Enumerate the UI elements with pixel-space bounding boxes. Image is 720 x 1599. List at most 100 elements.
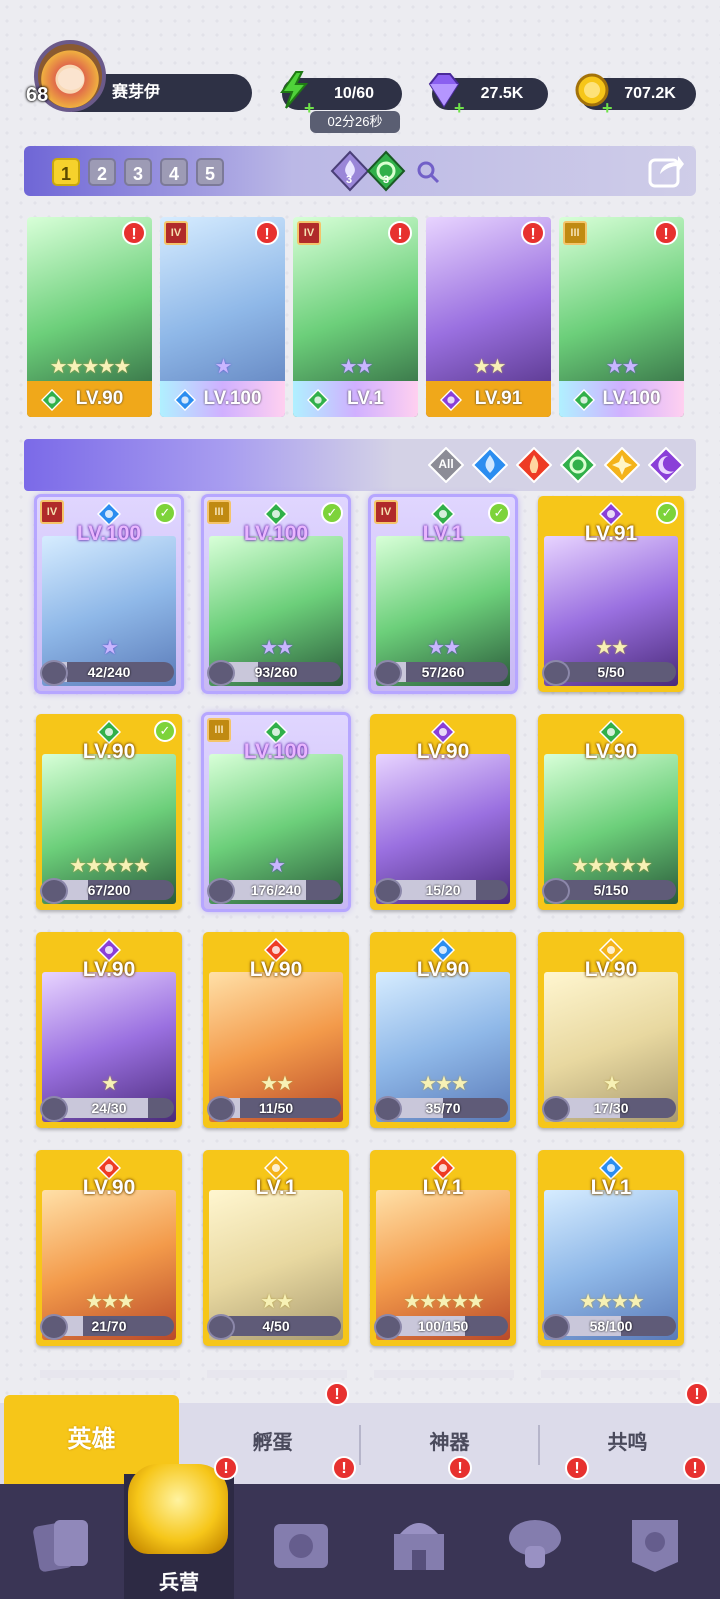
nav-cards[interactable] bbox=[6, 1484, 121, 1599]
star-rating: ★★ bbox=[427, 637, 461, 659]
barracks-icon bbox=[128, 1464, 228, 1554]
filter-water-icon[interactable] bbox=[472, 447, 508, 483]
hero-level: LV.90 bbox=[249, 958, 303, 981]
hero-card[interactable]: LV.90 ★ 24/30 bbox=[36, 932, 182, 1128]
hero-card[interactable]: LV.1 ★★★★★ 100/150 bbox=[370, 1150, 516, 1346]
hero-card[interactable]: LV.90 ★★ 11/50 bbox=[203, 932, 349, 1128]
guild-banner-icon bbox=[632, 1520, 678, 1572]
shard-icon bbox=[207, 1314, 235, 1340]
filter-light-icon[interactable] bbox=[604, 447, 640, 483]
filter-all-label: All bbox=[438, 457, 454, 471]
hero-level: LV.90 bbox=[584, 740, 638, 763]
hero-card[interactable]: LV.90 15/20 bbox=[370, 714, 516, 910]
team-tab-5[interactable]: 5 bbox=[196, 158, 224, 186]
slot-level: LV.1 bbox=[347, 388, 384, 409]
hero-level: LV.1 bbox=[590, 1176, 632, 1199]
hero-card[interactable]: ✓ LV.91 ★★ 5/50 bbox=[538, 496, 684, 692]
hero-level: LV.90 bbox=[82, 740, 136, 763]
shard-icon bbox=[374, 878, 402, 904]
hero-card[interactable]: IV ✓ LV.1 ★★ 57/260 bbox=[368, 494, 518, 694]
rank-badge: III bbox=[563, 221, 587, 245]
team-slot[interactable]: IV! ★★ LV.1 bbox=[293, 217, 418, 417]
in-team-check-icon: ✓ bbox=[488, 502, 510, 524]
rank-badge: IV bbox=[374, 500, 398, 524]
hero-card[interactable]: LV.90 ★★★ 21/70 bbox=[36, 1150, 182, 1346]
coins-display[interactable]: + 707.2K bbox=[575, 73, 696, 118]
avatar-face bbox=[58, 68, 84, 90]
team-tab-1[interactable]: 1 bbox=[52, 158, 80, 186]
water-count: 3 bbox=[346, 174, 353, 186]
star-rating: ★★ bbox=[595, 637, 629, 659]
nature-element-icon bbox=[572, 388, 596, 412]
rank-badge: III bbox=[207, 718, 231, 742]
team-slot[interactable]: IV! ★ LV.100 bbox=[160, 217, 285, 417]
hero-level: LV.90 bbox=[416, 958, 470, 981]
team-slot[interactable]: ! ★★ LV.91 bbox=[426, 217, 551, 417]
shard-icon bbox=[542, 878, 570, 904]
nav-guild[interactable] bbox=[598, 1484, 713, 1599]
team-slot[interactable]: ! ★★★★★ LV.90 bbox=[27, 217, 152, 417]
rank-badge: IV bbox=[40, 500, 64, 524]
mushroom-icon bbox=[509, 1520, 561, 1568]
nav-barracks-label: 兵营 bbox=[159, 1572, 199, 1594]
hero-level: LV.91 bbox=[584, 522, 638, 545]
team-tab-3[interactable]: 3 bbox=[124, 158, 152, 186]
dark-element-icon bbox=[439, 388, 463, 412]
star-rating: ★ bbox=[268, 855, 286, 877]
team-slot[interactable]: III! ★★ LV.100 bbox=[559, 217, 684, 417]
hero-card[interactable]: IV ✓ LV.100 ★ 42/240 bbox=[34, 494, 184, 694]
add-gems-icon[interactable]: + bbox=[454, 92, 465, 124]
alert-badge: ! bbox=[388, 221, 412, 245]
star-rating: ★★★ bbox=[419, 1073, 469, 1095]
hero-level: LV.90 bbox=[82, 958, 136, 981]
hero-card[interactable]: LV.1 ★★ 4/50 bbox=[203, 1150, 349, 1346]
nav-book[interactable] bbox=[244, 1484, 359, 1599]
hero-level: LV.90 bbox=[82, 1176, 136, 1199]
star-rating: ★★ bbox=[605, 356, 640, 378]
share-icon[interactable] bbox=[646, 150, 686, 190]
star-rating: ★ bbox=[214, 356, 233, 378]
star-rating: ★★★★★ bbox=[69, 855, 151, 877]
shard-icon bbox=[207, 878, 235, 904]
add-coins-icon[interactable]: + bbox=[602, 92, 613, 124]
nav-mushroom[interactable] bbox=[478, 1484, 593, 1599]
hero-card[interactable]: ✓ LV.90 ★★★★★ 67/200 bbox=[36, 714, 182, 910]
hero-card[interactable]: LV.90 ★★★ 35/70 bbox=[370, 932, 516, 1128]
book-alert-badge: ! bbox=[332, 1456, 356, 1480]
hero-level: LV.1 bbox=[422, 1176, 464, 1199]
nav-castle[interactable] bbox=[362, 1484, 477, 1599]
nature-count: 3 bbox=[383, 174, 390, 186]
in-team-check-icon: ✓ bbox=[656, 502, 678, 524]
team-tab-4[interactable]: 4 bbox=[160, 158, 188, 186]
filter-nature-icon[interactable] bbox=[560, 447, 596, 483]
hero-card[interactable]: LV.1 ★★★★ 58/100 bbox=[538, 1150, 684, 1346]
energy-display[interactable]: + 10/60 bbox=[280, 71, 402, 118]
team-tab-2[interactable]: 2 bbox=[88, 158, 116, 186]
shard-icon bbox=[207, 660, 235, 686]
hero-card[interactable]: LV.90 ★ 17/30 bbox=[538, 932, 684, 1128]
hero-level: LV.1 bbox=[255, 1176, 297, 1199]
castle-alert-badge: ! bbox=[448, 1456, 472, 1480]
star-rating: ★★ bbox=[472, 356, 507, 378]
hero-card[interactable]: LV.90 ★★★★★ 5/150 bbox=[538, 714, 684, 910]
gems-display[interactable]: + 27.5K bbox=[428, 73, 548, 118]
more-heroes-hint bbox=[40, 1370, 680, 1378]
search-icon[interactable] bbox=[414, 158, 442, 186]
hero-level: LV.100 bbox=[76, 522, 142, 545]
alert-badge: ! bbox=[521, 221, 545, 245]
hero-level: LV.90 bbox=[584, 958, 638, 981]
shard-icon bbox=[542, 660, 570, 686]
hero-card[interactable]: III ✓ LV.100 ★★ 93/260 bbox=[201, 494, 351, 694]
energy-timer: 02分26秒 bbox=[310, 111, 400, 133]
filter-all[interactable]: All bbox=[427, 446, 465, 484]
shard-icon bbox=[40, 660, 68, 686]
filter-fire-icon[interactable] bbox=[516, 447, 552, 483]
filter-dark-icon[interactable] bbox=[648, 447, 684, 483]
alert-badge: ! bbox=[654, 221, 678, 245]
star-rating: ★★★★★ bbox=[571, 855, 653, 877]
shard-icon bbox=[542, 1314, 570, 1340]
nav-barracks[interactable]: 兵营 bbox=[124, 1464, 234, 1599]
star-rating: ★★ bbox=[260, 1291, 294, 1313]
shard-icon bbox=[542, 1096, 570, 1122]
hero-card[interactable]: III LV.100 ★ 176/240 bbox=[201, 712, 351, 912]
